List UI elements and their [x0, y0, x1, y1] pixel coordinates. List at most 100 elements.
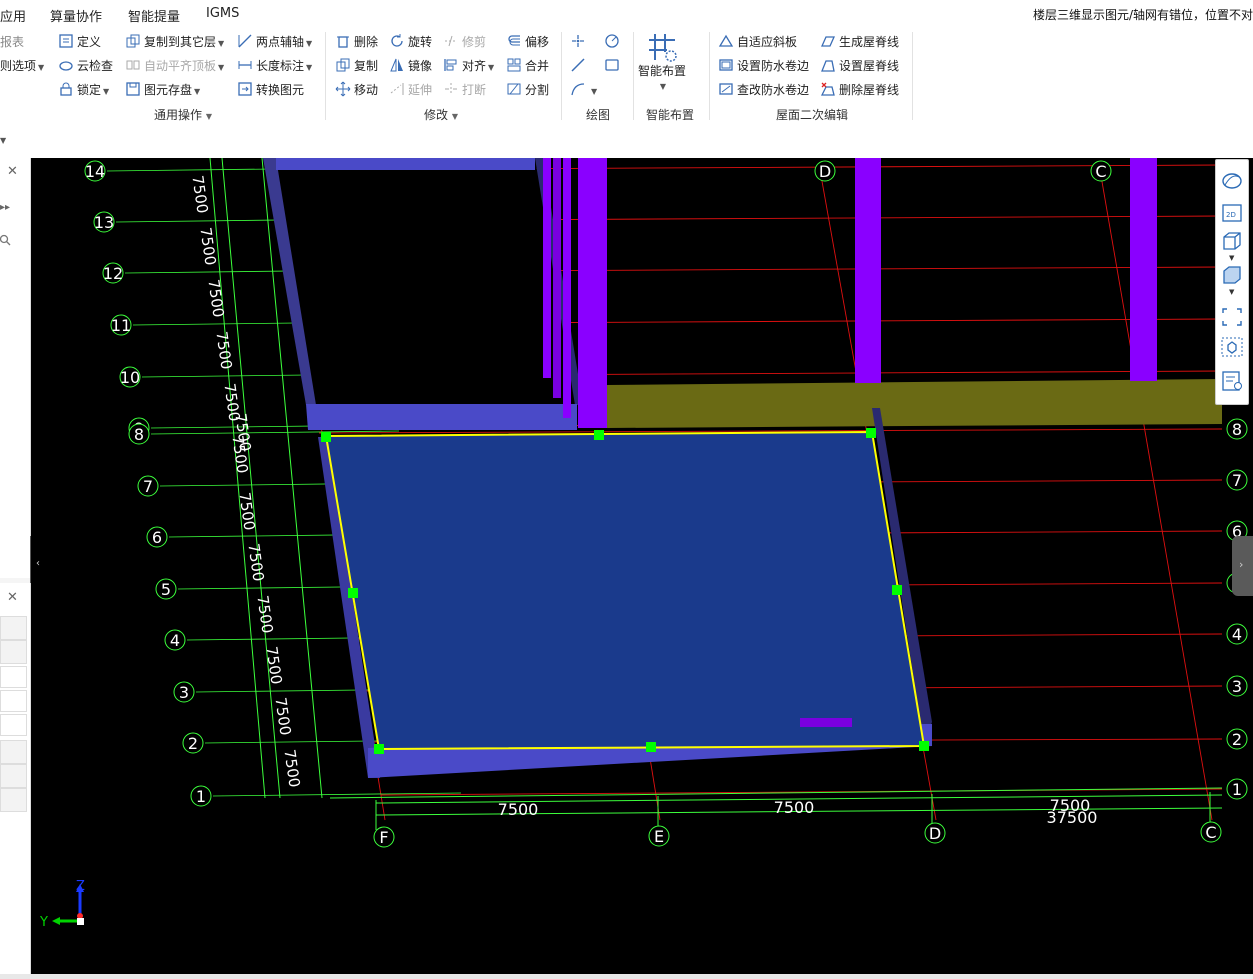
- axis-label-left: 1: [196, 787, 206, 806]
- copy-to-floor-button[interactable]: 复制到其它层 ▼: [125, 32, 224, 52]
- delete-button[interactable]: 删除: [335, 32, 378, 52]
- 3d-element-icon[interactable]: [1220, 336, 1244, 358]
- property-row[interactable]: [0, 616, 27, 640]
- property-row[interactable]: [0, 788, 27, 812]
- collapse-arrow-icon[interactable]: ▼: [0, 136, 6, 145]
- menu-item-collab[interactable]: 算量协作: [50, 6, 102, 25]
- chevron-right-icon[interactable]: ›: [1239, 558, 1243, 571]
- selection-grip[interactable]: [594, 430, 604, 440]
- menu-item-smart-quantity[interactable]: 智能提量: [128, 6, 180, 25]
- group-label-smart: 智能布置: [646, 108, 695, 122]
- rotate-button[interactable]: 旋转: [389, 32, 432, 52]
- mirror-button[interactable]: 镜像: [389, 56, 432, 76]
- search-icon[interactable]: [0, 233, 12, 247]
- axis-label-right: 4: [1232, 625, 1242, 644]
- dimension-label-left: 7500: [204, 278, 227, 318]
- property-row[interactable]: [0, 666, 27, 688]
- chevron-down-icon[interactable]: ▼: [1229, 288, 1234, 296]
- delete-ridge-icon: [820, 82, 835, 96]
- 2d-view-icon[interactable]: 2D: [1220, 202, 1244, 224]
- offset-button[interactable]: 偏移: [506, 32, 549, 52]
- draw-point-button[interactable]: [570, 32, 589, 52]
- menu-item-apply[interactable]: 应用: [0, 6, 26, 25]
- selection-grip[interactable]: [374, 744, 384, 754]
- axis-gizmo: Z Y: [39, 879, 85, 930]
- delete-ridge-button[interactable]: 删除屋脊线: [820, 80, 899, 100]
- draw-circle-button[interactable]: [604, 32, 623, 52]
- convert-element-button[interactable]: 转换图元: [237, 80, 304, 100]
- break-icon: [445, 83, 457, 95]
- lock-button[interactable]: 锁定 ▼: [58, 80, 109, 100]
- axis-label-bottom: D: [929, 824, 941, 843]
- fit-view-icon[interactable]: [1220, 306, 1244, 328]
- axis-label-left: 10: [120, 368, 140, 387]
- menu-item-igms[interactable]: IGMS: [206, 6, 239, 21]
- group-separator: [709, 32, 710, 120]
- define-button[interactable]: 定义: [58, 32, 101, 52]
- adaptive-slope-button[interactable]: 自适应斜板: [718, 32, 797, 52]
- dimension-label-left: 7500: [262, 645, 285, 685]
- selected-slab[interactable]: [326, 432, 924, 749]
- draw-line-button[interactable]: [570, 56, 589, 76]
- property-row[interactable]: [0, 714, 27, 736]
- draw-rect-button[interactable]: [604, 56, 623, 76]
- property-row[interactable]: [0, 640, 27, 664]
- property-row[interactable]: [0, 740, 27, 764]
- move-button[interactable]: 移动: [335, 80, 378, 100]
- axis-label-right: 1: [1232, 780, 1242, 799]
- extend-button[interactable]: 延伸: [389, 80, 432, 100]
- cloud-check-button[interactable]: 云检查: [58, 56, 113, 76]
- selection-grip[interactable]: [646, 742, 656, 752]
- group-label-modify: 修改 ▼: [424, 108, 458, 122]
- chevron-left-icon[interactable]: ‹: [36, 558, 40, 569]
- dimension-icon: [238, 61, 252, 69]
- break-button[interactable]: 打断: [443, 80, 486, 100]
- generate-ridge-button[interactable]: 生成屋脊线: [820, 32, 899, 52]
- align-button[interactable]: 对齐 ▼: [443, 56, 494, 76]
- property-row[interactable]: [0, 764, 27, 788]
- element-save-button[interactable]: 图元存盘 ▼: [125, 80, 200, 100]
- axis-label-left: 8: [134, 425, 144, 444]
- draw-arc-button[interactable]: ▼: [570, 80, 597, 100]
- 3d-viewport[interactable]: 141312111098765432187654321FEDCDC 750075…: [31, 158, 1253, 974]
- selection-grip[interactable]: [321, 432, 331, 442]
- close-icon[interactable]: ✕: [7, 164, 18, 179]
- circle-icon: [605, 34, 619, 48]
- group-separator: [633, 32, 634, 120]
- trim-button[interactable]: 修剪: [443, 32, 486, 52]
- move-icon: [335, 81, 351, 97]
- length-dimension-button[interactable]: 长度标注 ▼: [237, 56, 312, 76]
- check-waterproof-button[interactable]: 查改防水卷边: [718, 80, 809, 100]
- group-separator: [325, 32, 326, 120]
- selection-grip[interactable]: [919, 741, 929, 751]
- cloud-check-icon: [59, 61, 73, 71]
- set-waterproof-button[interactable]: 设置防水卷边: [718, 56, 809, 76]
- split-button[interactable]: 分割: [506, 80, 549, 100]
- group-label-common: 通用操作 ▼: [154, 108, 212, 122]
- more-icon[interactable]: ▸▸: [0, 202, 10, 213]
- merge-button[interactable]: 合并: [506, 56, 549, 76]
- orbit-view-icon[interactable]: [1220, 170, 1244, 192]
- chevron-down-icon[interactable]: ▼: [1229, 254, 1234, 262]
- property-row[interactable]: [0, 690, 27, 712]
- slope-slab-icon: [718, 34, 734, 47]
- two-point-axis-button[interactable]: 两点辅轴 ▼: [237, 32, 312, 52]
- auto-align-slab-button[interactable]: 自动平齐顶板 ▼: [125, 56, 224, 76]
- 3d-scene[interactable]: 141312111098765432187654321FEDCDC 750075…: [31, 158, 1253, 974]
- selection-grip[interactable]: [892, 585, 902, 595]
- close-icon[interactable]: ✕: [7, 590, 18, 605]
- 3d-box-view-icon[interactable]: [1220, 230, 1244, 252]
- dimension-label-left: 7500: [253, 594, 276, 634]
- ribbon: 报表 则选项 ▼ 定义 复制到其它层 ▼ 两点辅轴 ▼ 云检查 自动平齐顶板 ▼ 长度标…: [0, 28, 1253, 127]
- ribbon-partial-report[interactable]: 报表: [0, 32, 24, 52]
- selection-grip[interactable]: [348, 588, 358, 598]
- selection-grip[interactable]: [866, 428, 876, 438]
- display-settings-icon[interactable]: [1220, 370, 1244, 392]
- shaded-view-icon[interactable]: [1220, 264, 1244, 286]
- right-panel-handle[interactable]: ›: [1232, 536, 1253, 596]
- dimension-total: 37500: [1047, 808, 1098, 827]
- ribbon-partial-options[interactable]: 则选项 ▼: [0, 56, 44, 76]
- set-ridge-button[interactable]: 设置屋脊线: [820, 56, 899, 76]
- smart-layout-button[interactable]: 智能布置 ▼: [638, 30, 686, 102]
- copy-button[interactable]: 复制: [335, 56, 378, 76]
